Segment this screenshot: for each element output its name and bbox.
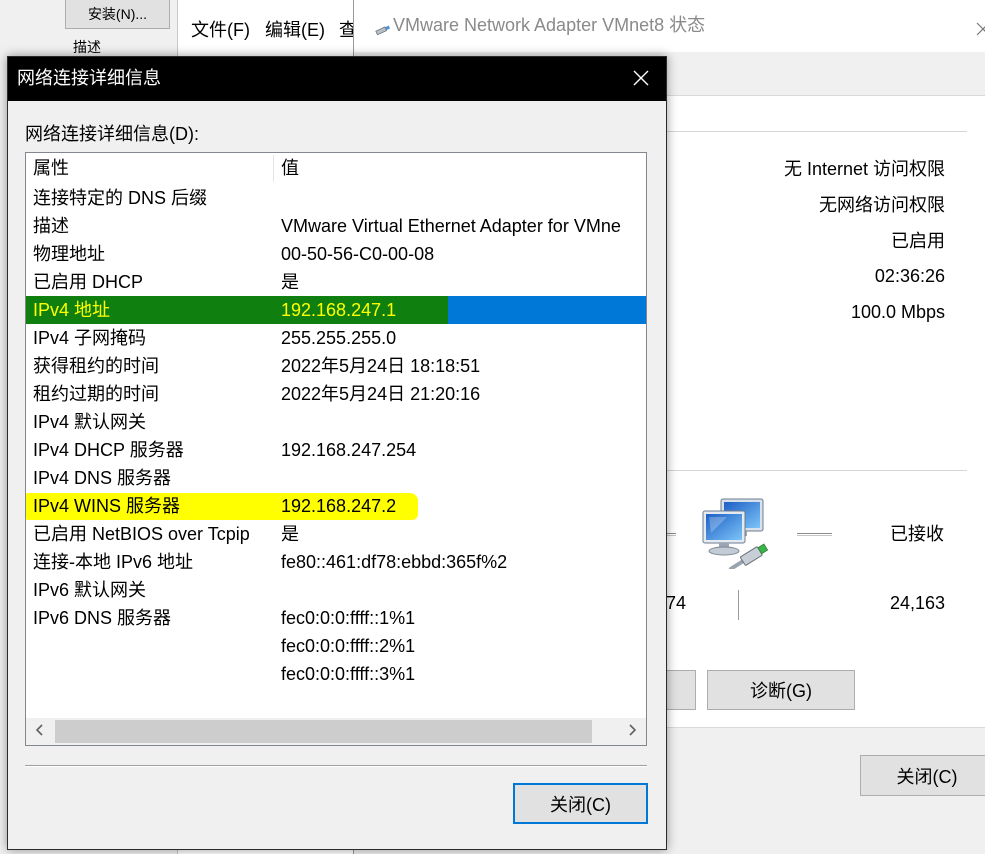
property-cell: 已启用 DHCP xyxy=(33,272,144,292)
status-title-bar[interactable]: VMware Network Adapter VMnet8 状态 xyxy=(354,0,985,52)
value-cell: fec0:0:0:ffff::2%1 xyxy=(281,636,416,656)
value-cell: 192.168.247.254 xyxy=(281,440,417,460)
value-cell: 192.168.247.1 xyxy=(281,300,397,320)
close-icon[interactable] xyxy=(973,20,985,36)
status-window-title: VMware Network Adapter VMnet8 状态 xyxy=(393,15,706,35)
install-button-label: 安装(N)... xyxy=(87,6,148,22)
property-cell: IPv4 DHCP 服务器 xyxy=(33,440,184,460)
property-cell: IPv4 DNS 服务器 xyxy=(33,468,172,488)
value-cell: 00-50-56-C0-00-08 xyxy=(281,244,435,264)
details-list-view[interactable]: 属性 值 连接特定的 DNS 后缀 描述 VMware Virtual Ethern… xyxy=(25,152,647,746)
dialog-title-bar[interactable]: 网络连接详细信息 xyxy=(8,57,666,101)
speed-value: 100.0 Mbps xyxy=(850,302,945,322)
table-row[interactable]: IPv6 默认网关 xyxy=(26,576,646,604)
table-row[interactable]: IPv4 WINS 服务器 192.168.247.2 xyxy=(26,492,646,520)
property-cell: 连接-本地 IPv6 地址 xyxy=(33,552,194,572)
chevron-right-icon xyxy=(627,721,637,742)
chevron-left-icon xyxy=(35,721,45,742)
table-row[interactable]: 获得租约的时间 2022年5月24日 18:18:51 xyxy=(26,352,646,380)
value-cell: fec0:0:0:ffff::1%1 xyxy=(281,608,416,628)
status-close-button[interactable]: 关闭(C) xyxy=(860,755,985,796)
column-divider[interactable] xyxy=(273,155,274,182)
value-cell xyxy=(281,464,646,492)
table-row[interactable]: 租约过期的时间 2022年5月24日 21:20:16 xyxy=(26,380,646,408)
received-bytes-value: 24,163 xyxy=(889,593,945,613)
dialog-title: 网络连接详细信息 xyxy=(17,68,161,88)
list-header: 属性 值 xyxy=(26,153,646,184)
property-cell: IPv6 默认网关 xyxy=(33,580,147,600)
property-cell: 描述 xyxy=(33,216,69,236)
property-cell: 租约过期的时间 xyxy=(33,384,159,404)
property-cell: 已启用 NetBIOS over Tcpip xyxy=(33,524,250,544)
dialog-separator xyxy=(25,765,647,767)
value-cell: fe80::461:df78:ebbd:365f%2 xyxy=(281,552,508,572)
value-cell: 是 xyxy=(281,524,299,544)
column-header-value[interactable]: 值 xyxy=(281,153,299,184)
diagnose-button[interactable]: 诊断(G) xyxy=(707,670,855,710)
property-cell: IPv4 地址 xyxy=(33,300,111,320)
table-row[interactable]: 物理地址 00-50-56-C0-00-08 xyxy=(26,240,646,268)
property-cell: IPv4 默认网关 xyxy=(33,412,147,432)
table-row[interactable]: fec0:0:0:ffff::3%1 xyxy=(26,660,646,688)
table-row[interactable]: IPv6 DNS 服务器 fec0:0:0:ffff::1%1 xyxy=(26,604,646,632)
table-row[interactable]: IPv4 DNS 服务器 xyxy=(26,464,646,492)
table-row[interactable]: 连接特定的 DNS 后缀 xyxy=(26,184,646,212)
close-icon[interactable] xyxy=(631,68,651,88)
column-header-property[interactable]: 属性 xyxy=(33,153,69,184)
menu-edit[interactable]: 编辑(E) xyxy=(265,18,325,42)
table-row[interactable]: 已启用 NetBIOS over Tcpip 是 xyxy=(26,520,646,548)
ipv6-connectivity-value: 无网络访问权限 xyxy=(819,195,945,215)
value-cell: fec0:0:0:ffff::3%1 xyxy=(281,664,416,684)
scrollbar-thumb[interactable] xyxy=(55,720,592,743)
diagnose-button-label: 诊断(G) xyxy=(750,681,812,701)
media-state-value: 已启用 xyxy=(891,231,945,251)
network-computers-icon xyxy=(697,497,773,571)
property-cell: 物理地址 xyxy=(33,244,105,264)
table-row[interactable]: IPv4 子网掩码 255.255.255.0 xyxy=(26,324,646,352)
received-connector-line xyxy=(797,533,832,536)
property-cell xyxy=(33,632,271,660)
table-row[interactable]: IPv4 DHCP 服务器 192.168.247.254 xyxy=(26,436,646,464)
details-list-label: 网络连接详细信息(D): xyxy=(25,124,199,144)
scroll-left-button[interactable] xyxy=(26,718,54,745)
value-cell xyxy=(281,408,646,436)
value-cell xyxy=(281,184,646,212)
value-cell xyxy=(281,576,646,604)
value-cell: 255.255.255.0 xyxy=(281,328,397,348)
table-row[interactable]: IPv4 默认网关 xyxy=(26,408,646,436)
close-button-label: 关闭(C) xyxy=(550,794,611,815)
duration-value: 02:36:26 xyxy=(874,266,945,286)
value-cell: 2022年5月24日 18:18:51 xyxy=(281,356,481,376)
property-cell: IPv4 WINS 服务器 xyxy=(33,496,181,516)
table-row[interactable]: 已启用 DHCP 是 xyxy=(26,268,646,296)
received-label: 已接收 xyxy=(890,524,944,544)
install-button[interactable]: 安装(N)... xyxy=(65,0,170,29)
value-cell: 192.168.247.2 xyxy=(281,496,397,516)
table-row[interactable]: fec0:0:0:ffff::2%1 xyxy=(26,632,646,660)
property-cell: IPv6 DNS 服务器 xyxy=(33,608,172,628)
value-cell: 2022年5月24日 21:20:16 xyxy=(281,384,481,404)
property-cell: IPv4 子网掩码 xyxy=(33,328,147,348)
table-row[interactable]: IPv4 地址 192.168.247.1 xyxy=(26,296,646,324)
value-cell: 是 xyxy=(281,272,299,292)
property-cell: 连接特定的 DNS 后缀 xyxy=(33,188,208,208)
value-cell: VMware Virtual Ethernet Adapter for VMne xyxy=(281,216,621,236)
horizontal-scrollbar[interactable] xyxy=(26,718,646,745)
menu-view[interactable]: 查 xyxy=(339,18,353,42)
description-label: 描述 xyxy=(73,39,101,55)
scroll-right-button[interactable] xyxy=(618,718,646,745)
status-close-button-label: 关闭(C) xyxy=(896,766,958,787)
table-row[interactable]: 连接-本地 IPv6 地址 fe80::461:df78:ebbd:365f%2 xyxy=(26,548,646,576)
property-cell: 获得租约的时间 xyxy=(33,356,159,376)
network-adapter-icon xyxy=(375,20,391,36)
network-connection-details-dialog: 网络连接详细信息 网络连接详细信息(D): 属性 值 连接特定的 DNS 后缀描… xyxy=(7,56,667,850)
close-button[interactable]: 关闭(C) xyxy=(513,783,648,824)
ipv4-connectivity-value: 无 Internet 访问权限 xyxy=(783,159,945,179)
property-cell xyxy=(33,660,271,688)
list-rows: 连接特定的 DNS 后缀 描述 VMware Virtual Ethernet Ad… xyxy=(26,184,646,718)
menu-file[interactable]: 文件(F) xyxy=(191,18,250,42)
table-row[interactable]: 描述 VMware Virtual Ethernet Adapter for VM… xyxy=(26,212,646,240)
